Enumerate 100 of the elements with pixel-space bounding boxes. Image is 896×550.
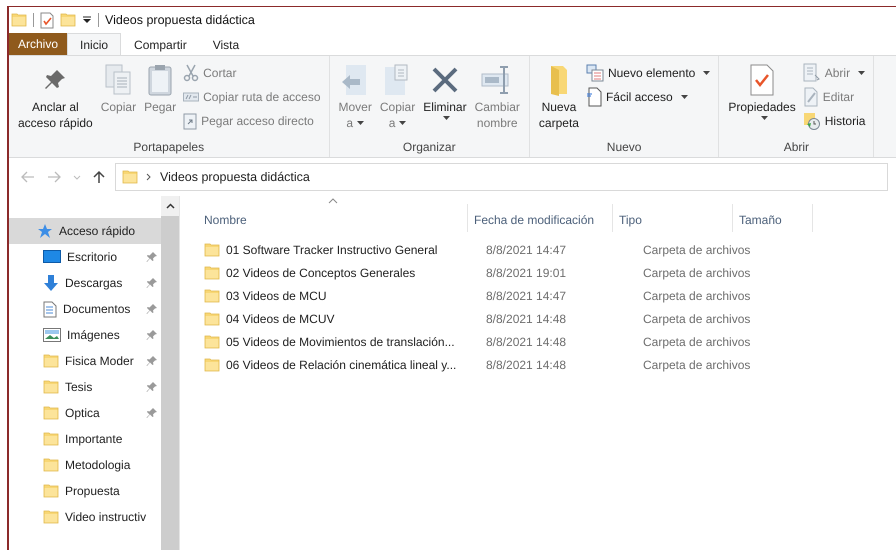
folder-icon bbox=[204, 334, 220, 350]
up-button[interactable] bbox=[91, 168, 107, 186]
file-name[interactable]: 01 Software Tracker Instructivo General bbox=[226, 242, 438, 256]
type-cell-text: Carpeta de archivos bbox=[642, 266, 752, 280]
clipboard-icon bbox=[148, 64, 172, 96]
pin-icon bbox=[146, 407, 158, 419]
group-label: Abrir bbox=[782, 139, 810, 156]
scrollbar[interactable] bbox=[161, 196, 179, 550]
type-cell-text: Carpeta de archivos bbox=[642, 242, 752, 256]
nav-item[interactable]: Acceso rápido bbox=[9, 218, 161, 244]
chevron-icon bbox=[146, 173, 152, 181]
date-cell-text: 8/8/2021 14:48 bbox=[485, 358, 568, 372]
window-title: Videos propuesta didáctica bbox=[105, 13, 255, 27]
ribbon-tab[interactable]: Archivo bbox=[9, 33, 68, 55]
image-icon bbox=[43, 328, 61, 342]
column-header[interactable]: Nombre bbox=[198, 204, 468, 232]
ribbon-tab[interactable]: Inicio bbox=[67, 33, 122, 55]
file-name[interactable]: 03 Videos de MCU bbox=[226, 288, 326, 302]
star-icon bbox=[37, 223, 53, 239]
ribbon-button[interactable]: Fácil acceso bbox=[584, 86, 712, 108]
pin-icon bbox=[146, 251, 158, 263]
document-icon bbox=[586, 87, 602, 107]
ribbon-button[interactable]: Eliminar bbox=[420, 60, 470, 139]
folder-icon bbox=[204, 288, 220, 304]
desktop-icon bbox=[43, 250, 61, 264]
history-icon bbox=[802, 112, 821, 130]
recent-locations-button[interactable] bbox=[71, 172, 83, 182]
folder-icon bbox=[43, 352, 59, 370]
nav-item[interactable]: Descargas bbox=[9, 270, 161, 296]
folder-icon bbox=[43, 508, 59, 526]
folder-icon bbox=[43, 430, 59, 448]
address-field[interactable]: Videos propuesta didáctica bbox=[115, 163, 888, 191]
path-icon bbox=[183, 92, 200, 102]
nav-item[interactable]: Tesis bbox=[9, 374, 161, 400]
type-cell-text: Carpeta de archivos bbox=[642, 312, 752, 326]
new-item-icon bbox=[586, 64, 604, 82]
copy-icon bbox=[104, 64, 132, 96]
file-name[interactable]: 04 Videos de MCUV bbox=[226, 312, 335, 326]
ribbon-tab[interactable]: Vista bbox=[200, 33, 252, 55]
type-cell-text: Carpeta de archivos bbox=[642, 288, 752, 302]
folder-icon bbox=[11, 11, 27, 29]
folder-icon bbox=[204, 242, 220, 258]
ribbon-button[interactable]: Nuevo elemento bbox=[584, 62, 712, 84]
nav-item[interactable]: Fisica Moder bbox=[9, 348, 161, 374]
file-name[interactable]: 06 Videos de Relación cinemática lineal y... bbox=[226, 358, 456, 372]
nav-item[interactable]: Importante bbox=[9, 426, 161, 452]
back-button[interactable] bbox=[19, 169, 37, 185]
folder-icon bbox=[204, 264, 220, 280]
edit-icon bbox=[802, 87, 819, 107]
customize-icon[interactable] bbox=[82, 15, 92, 25]
nav-item[interactable]: Documentos bbox=[9, 296, 161, 322]
group-label: Nuevo bbox=[606, 139, 642, 156]
nav-item[interactable]: Metodologia bbox=[9, 452, 161, 478]
ribbon-button[interactable]: Anclar al acceso rápido bbox=[15, 60, 96, 139]
folder-icon bbox=[204, 310, 220, 326]
date-cell-text: 8/8/2021 19:01 bbox=[485, 266, 568, 280]
nav-item[interactable]: Imágenes bbox=[9, 322, 161, 348]
file-name[interactable]: 02 Videos de Conceptos Generales bbox=[226, 266, 416, 280]
delete-icon bbox=[430, 66, 459, 94]
scissors-icon bbox=[183, 64, 200, 82]
pin-icon bbox=[146, 277, 158, 289]
column-header[interactable]: Fecha de modificación bbox=[468, 204, 613, 232]
group-label: Organizar bbox=[402, 139, 457, 156]
forward-button[interactable] bbox=[45, 169, 63, 185]
pin-icon bbox=[146, 355, 158, 367]
folder-icon bbox=[204, 356, 220, 372]
folder-icon bbox=[43, 378, 59, 396]
ribbon-button[interactable]: Nueva carpeta bbox=[536, 60, 582, 139]
folder-icon bbox=[43, 456, 59, 474]
ribbon-button[interactable]: Propiedades bbox=[725, 60, 799, 139]
folder-icon bbox=[60, 11, 76, 29]
open-icon bbox=[802, 63, 821, 83]
ribbon-tab[interactable]: Compartir bbox=[121, 33, 200, 55]
date-cell-text: 8/8/2021 14:48 bbox=[485, 312, 568, 326]
nav-item[interactable]: Propuesta bbox=[9, 478, 161, 504]
document-icon bbox=[43, 300, 57, 318]
scroll-up-icon[interactable] bbox=[166, 203, 174, 209]
folder-icon bbox=[43, 404, 59, 422]
column-header[interactable]: Tamaño bbox=[733, 204, 813, 232]
properties-icon[interactable] bbox=[40, 12, 54, 28]
ribbon-button[interactable]: Historia bbox=[800, 110, 868, 132]
group-label: Portapapeles bbox=[132, 139, 206, 156]
folder-icon bbox=[43, 482, 59, 500]
pin-icon bbox=[146, 381, 158, 393]
date-cell-text: 8/8/2021 14:47 bbox=[485, 288, 568, 302]
date-cell-text: 8/8/2021 14:48 bbox=[485, 334, 568, 348]
type-cell-text: Carpeta de archivos bbox=[642, 334, 752, 348]
file-name[interactable]: 05 Videos de Movimientos de translación... bbox=[226, 334, 455, 348]
download-icon bbox=[43, 274, 59, 292]
column-header[interactable]: Tipo bbox=[613, 204, 733, 232]
date-cell-text: 8/8/2021 14:47 bbox=[485, 242, 568, 256]
folder-icon bbox=[122, 168, 138, 186]
type-cell-text: Carpeta de archivos bbox=[642, 358, 752, 372]
pin-icon bbox=[146, 329, 158, 341]
nav-item[interactable]: Escritorio bbox=[9, 244, 161, 270]
properties-icon bbox=[749, 64, 776, 96]
nav-item[interactable]: Optica bbox=[9, 400, 161, 426]
pin-icon bbox=[146, 303, 158, 315]
shortcut-icon bbox=[183, 112, 198, 130]
nav-item[interactable]: Video instructiv bbox=[9, 504, 161, 530]
